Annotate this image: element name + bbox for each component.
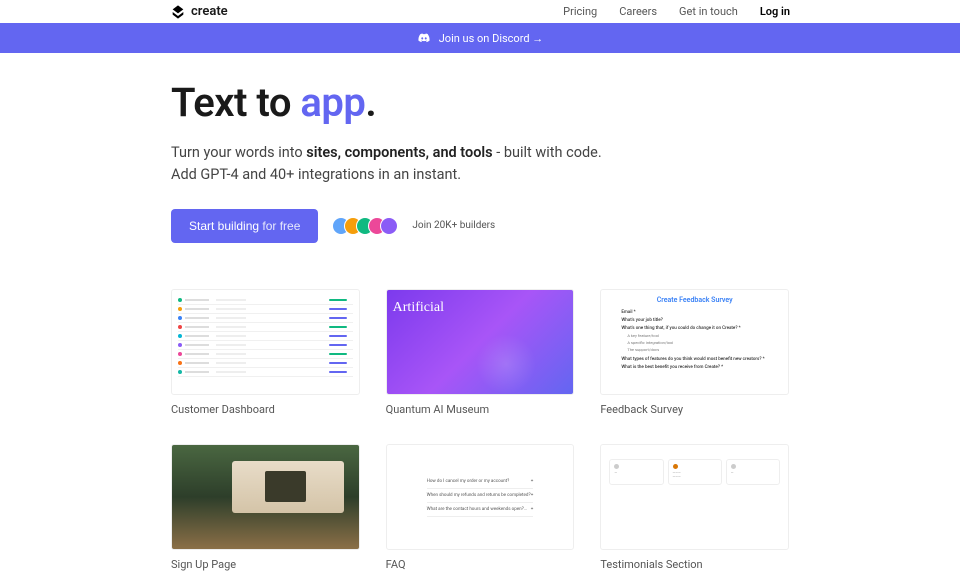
cta-row: Start building for free Join 20K+ builde… bbox=[171, 209, 789, 243]
builders-count: Join 20K+ builders bbox=[412, 220, 495, 231]
card-testimonials-section[interactable]: — —————— — Testimonials Section bbox=[600, 444, 789, 571]
hero-subtitle: Turn your words into sites, components, … bbox=[171, 142, 789, 187]
hero: Text to app. Turn your words into sites,… bbox=[171, 53, 789, 279]
top-nav: create Pricing Careers Get in touch Log … bbox=[0, 0, 960, 23]
banner-text: Join us on Discord → bbox=[439, 32, 544, 45]
card-title: Customer Dashboard bbox=[171, 403, 360, 416]
card-title: Quantum AI Museum bbox=[386, 403, 575, 416]
start-building-button[interactable]: Start building for free bbox=[171, 209, 318, 243]
logo-text: create bbox=[191, 4, 228, 19]
card-quantum-ai-museum[interactable]: Artificial Quantum AI Museum bbox=[386, 289, 575, 416]
card-preview bbox=[171, 289, 360, 395]
nav-links: Pricing Careers Get in touch Log in bbox=[563, 5, 790, 18]
card-title: Testimonials Section bbox=[600, 558, 789, 571]
card-preview: — —————— — bbox=[600, 444, 789, 550]
avatar bbox=[380, 217, 398, 235]
nav-careers[interactable]: Careers bbox=[619, 5, 657, 18]
card-preview: Artificial bbox=[386, 289, 575, 395]
card-sign-up-page[interactable]: Sign Up Page bbox=[171, 444, 360, 571]
card-title: Feedback Survey bbox=[600, 403, 789, 416]
nav-login[interactable]: Log in bbox=[760, 5, 790, 18]
card-preview: Create Feedback Survey Email * What's yo… bbox=[600, 289, 789, 395]
discord-banner[interactable]: Join us on Discord → bbox=[0, 23, 960, 53]
card-faq[interactable]: How do I cancel my order or my account?+… bbox=[386, 444, 575, 571]
logo-icon bbox=[170, 4, 186, 20]
card-customer-dashboard[interactable]: Customer Dashboard bbox=[171, 289, 360, 416]
discord-icon bbox=[417, 31, 431, 45]
card-title: Sign Up Page bbox=[171, 558, 360, 571]
card-preview bbox=[171, 444, 360, 550]
card-feedback-survey[interactable]: Create Feedback Survey Email * What's yo… bbox=[600, 289, 789, 416]
logo[interactable]: create bbox=[170, 4, 228, 20]
card-preview: How do I cancel my order or my account?+… bbox=[386, 444, 575, 550]
nav-pricing[interactable]: Pricing bbox=[563, 5, 597, 18]
examples-grid: Customer Dashboard Artificial Quantum AI… bbox=[171, 289, 789, 571]
card-title: FAQ bbox=[386, 558, 575, 571]
builder-avatars bbox=[332, 217, 398, 235]
hero-title: Text to app. bbox=[171, 79, 789, 126]
nav-contact[interactable]: Get in touch bbox=[679, 5, 738, 18]
